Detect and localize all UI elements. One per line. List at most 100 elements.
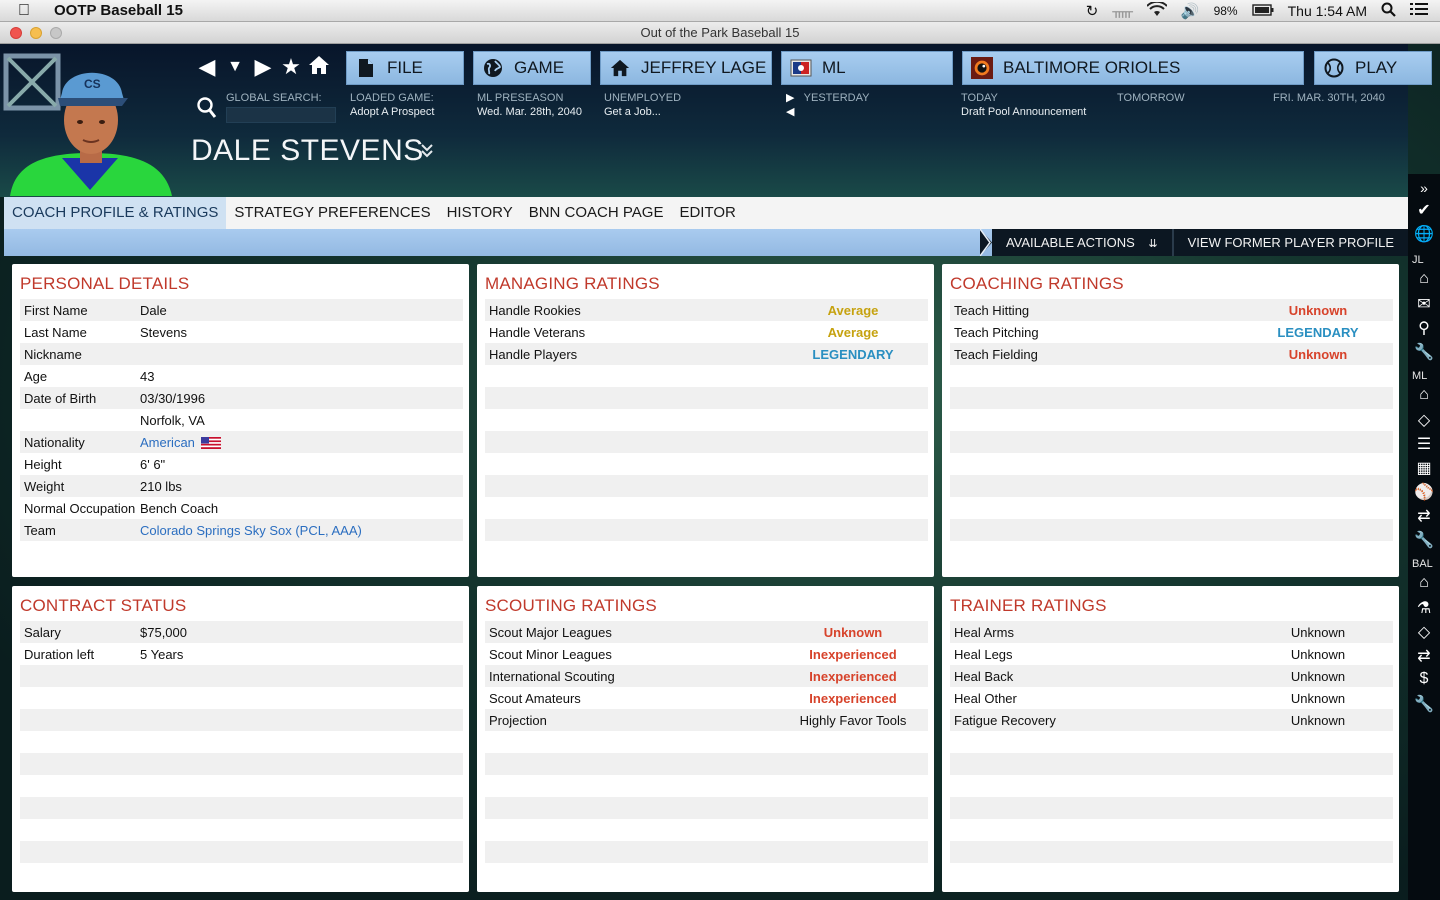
mail-icon[interactable]: ✉ <box>1413 294 1435 314</box>
history-dropdown-icon[interactable]: ▼ <box>224 54 246 80</box>
get-job-link[interactable]: Get a Job... <box>604 105 681 119</box>
tab-history[interactable]: HISTORY <box>439 197 521 229</box>
manager-menu-button[interactable]: JEFFREY LAGE <box>600 51 772 85</box>
rating-label: Handle Rookies <box>489 302 581 318</box>
field-value: 5 Years <box>140 646 184 662</box>
tab-editor[interactable]: EDITOR <box>671 197 743 229</box>
home-icon[interactable]: ⌂ <box>1413 270 1435 290</box>
empty-row <box>485 431 928 453</box>
list-item: Heal Other Unknown <box>950 687 1393 709</box>
rating-value: Average <box>827 324 879 340</box>
tab-bnn-coach-page[interactable]: BNN COACH PAGE <box>521 197 672 229</box>
field-value: 6' 6" <box>140 456 166 472</box>
baseball-icon[interactable]: ⚾ <box>1413 482 1435 502</box>
list-item: Salary $75,000 <box>20 621 463 643</box>
time-machine-icon[interactable]: ↻ <box>1086 2 1099 20</box>
app-menu[interactable]: OOTP Baseball 15 <box>54 2 183 19</box>
home-icon[interactable] <box>308 54 330 80</box>
empty-row <box>950 753 1393 775</box>
list-item: Norfolk, VA <box>20 409 463 431</box>
player-icon[interactable]: ⚗ <box>1413 598 1435 618</box>
status-area: ↻ ᚅ 🔊 98% Thu 1:54 AM <box>1086 0 1428 22</box>
wrench-icon[interactable]: 🔧 <box>1413 694 1435 714</box>
diamond-icon[interactable]: ◇ <box>1413 410 1435 430</box>
personal-details-list: First Name Dale Last Name Stevens Nickname… <box>20 299 463 541</box>
home-icon[interactable]: ⌂ <box>1413 574 1435 594</box>
wifi-icon[interactable] <box>1146 0 1168 21</box>
diamond-icon[interactable]: ◇ <box>1413 622 1435 642</box>
tab-coach-profile[interactable]: COACH PROFILE & RATINGS <box>4 197 227 229</box>
bar-chart-icon[interactable]: ▦ <box>1413 458 1435 478</box>
manager-menu-label: JEFFREY LAGE <box>641 58 767 77</box>
star-icon[interactable]: ★ <box>280 54 302 80</box>
today-event[interactable]: Draft Pool Announcement <box>961 105 1086 119</box>
tab-strategy-preferences[interactable]: STRATEGY PREFERENCES <box>226 197 438 229</box>
list-item: Handle Players LEGENDARY <box>485 343 928 365</box>
apple-menu-icon[interactable]:  <box>18 2 40 20</box>
expand-sidebar-icon[interactable]: » <box>1413 180 1435 200</box>
clock[interactable]: Thu 1:54 AM <box>1288 3 1367 19</box>
transactions-icon[interactable]: ⇄ <box>1413 646 1435 666</box>
window-titlebar: Out of the Park Baseball 15 <box>0 22 1440 44</box>
game-menu-button[interactable]: GAME <box>473 51 591 85</box>
team-link[interactable]: Colorado Springs Sky Sox (PCL, AAA) <box>140 523 463 538</box>
standings-icon[interactable]: ☰ <box>1413 434 1435 454</box>
bluetooth-icon[interactable]: ᚅ <box>1112 2 1133 20</box>
battery-icon[interactable] <box>1251 3 1274 19</box>
list-item: Teach Fielding Unknown <box>950 343 1393 365</box>
list-item: Height 6' 6" <box>20 453 463 475</box>
volume-icon[interactable]: 🔊 <box>1181 2 1200 20</box>
view-former-player-profile-button[interactable]: VIEW FORMER PLAYER PROFILE <box>1174 229 1408 256</box>
league-menu-button[interactable]: ML <box>781 51 953 85</box>
zoom-window-button[interactable] <box>50 27 62 39</box>
rating-value: LEGENDARY <box>1277 324 1359 340</box>
list-item: Teach Hitting Unknown <box>950 299 1393 321</box>
notification-center-icon[interactable] <box>1410 2 1428 20</box>
wrench-icon[interactable]: 🔧 <box>1413 530 1435 550</box>
home-icon[interactable]: ⌂ <box>1413 386 1435 406</box>
globe-icon[interactable]: 🌐 <box>1413 224 1435 244</box>
empty-row <box>485 753 928 775</box>
nationality-link[interactable]: American <box>140 435 195 450</box>
play-arrow-icon[interactable]: ▶ <box>786 92 794 104</box>
chevron-down-icon: ⇊ <box>1148 238 1158 250</box>
rating-label: Heal Other <box>954 690 1017 706</box>
empty-row <box>950 365 1393 387</box>
field-label: Weight <box>24 478 65 494</box>
play-button[interactable]: PLAY <box>1314 51 1432 85</box>
coaching-ratings-list: Teach Hitting Unknown Teach Pitching LEGEN… <box>950 299 1393 541</box>
minimize-window-button[interactable] <box>30 27 42 39</box>
search-icon[interactable]: ⚲ <box>1413 318 1435 338</box>
field-label: Duration left <box>24 646 95 662</box>
checkmark-icon[interactable]: ✔ <box>1413 200 1435 220</box>
coach-avatar: CS <box>0 48 185 200</box>
global-search-icon[interactable] <box>196 96 218 125</box>
back-day-arrow-icon[interactable]: ◀ <box>786 105 869 119</box>
globe-icon <box>482 57 504 79</box>
dollar-icon[interactable]: $ <box>1413 670 1435 690</box>
spotlight-search-icon[interactable] <box>1381 2 1396 21</box>
wrench-icon[interactable]: 🔧 <box>1413 342 1435 362</box>
page-title: DALE STEVENS <box>191 134 424 167</box>
employment-info[interactable]: UNEMPLOYED Get a Job... <box>604 91 681 119</box>
nav-controls: ◀ ▼ ▶ ★ <box>196 54 330 80</box>
global-search-input[interactable] <box>226 107 336 123</box>
file-menu-button[interactable]: FILE <box>346 51 464 85</box>
available-actions-dropdown[interactable]: AVAILABLE ACTIONS ⇊ <box>992 229 1172 256</box>
list-item: Normal Occupation Bench Coach <box>20 497 463 519</box>
team-menu-button[interactable]: BALTIMORE ORIOLES <box>962 51 1304 85</box>
list-item: Handle Veterans Average <box>485 321 928 343</box>
field-value: Norfolk, VA <box>140 412 205 428</box>
field-label: Nickname <box>24 346 82 362</box>
field-value: Bench Coach <box>140 500 219 516</box>
transactions-icon[interactable]: ⇄ <box>1413 506 1435 526</box>
yesterday-nav[interactable]: ▶ YESTERDAY ◀ <box>786 91 869 119</box>
forward-arrow-icon[interactable]: ▶ <box>252 54 274 80</box>
empty-row <box>485 775 928 797</box>
close-window-button[interactable] <box>10 27 22 39</box>
back-arrow-icon[interactable]: ◀ <box>196 54 218 80</box>
chevron-down-icon[interactable] <box>420 142 434 163</box>
menu-bar:  OOTP Baseball 15 ↻ ᚅ 🔊 98% Thu 1:54 AM <box>0 0 1440 22</box>
rating-value: Highly Favor Tools <box>799 712 907 728</box>
global-search-label: GLOBAL SEARCH: <box>226 92 322 104</box>
